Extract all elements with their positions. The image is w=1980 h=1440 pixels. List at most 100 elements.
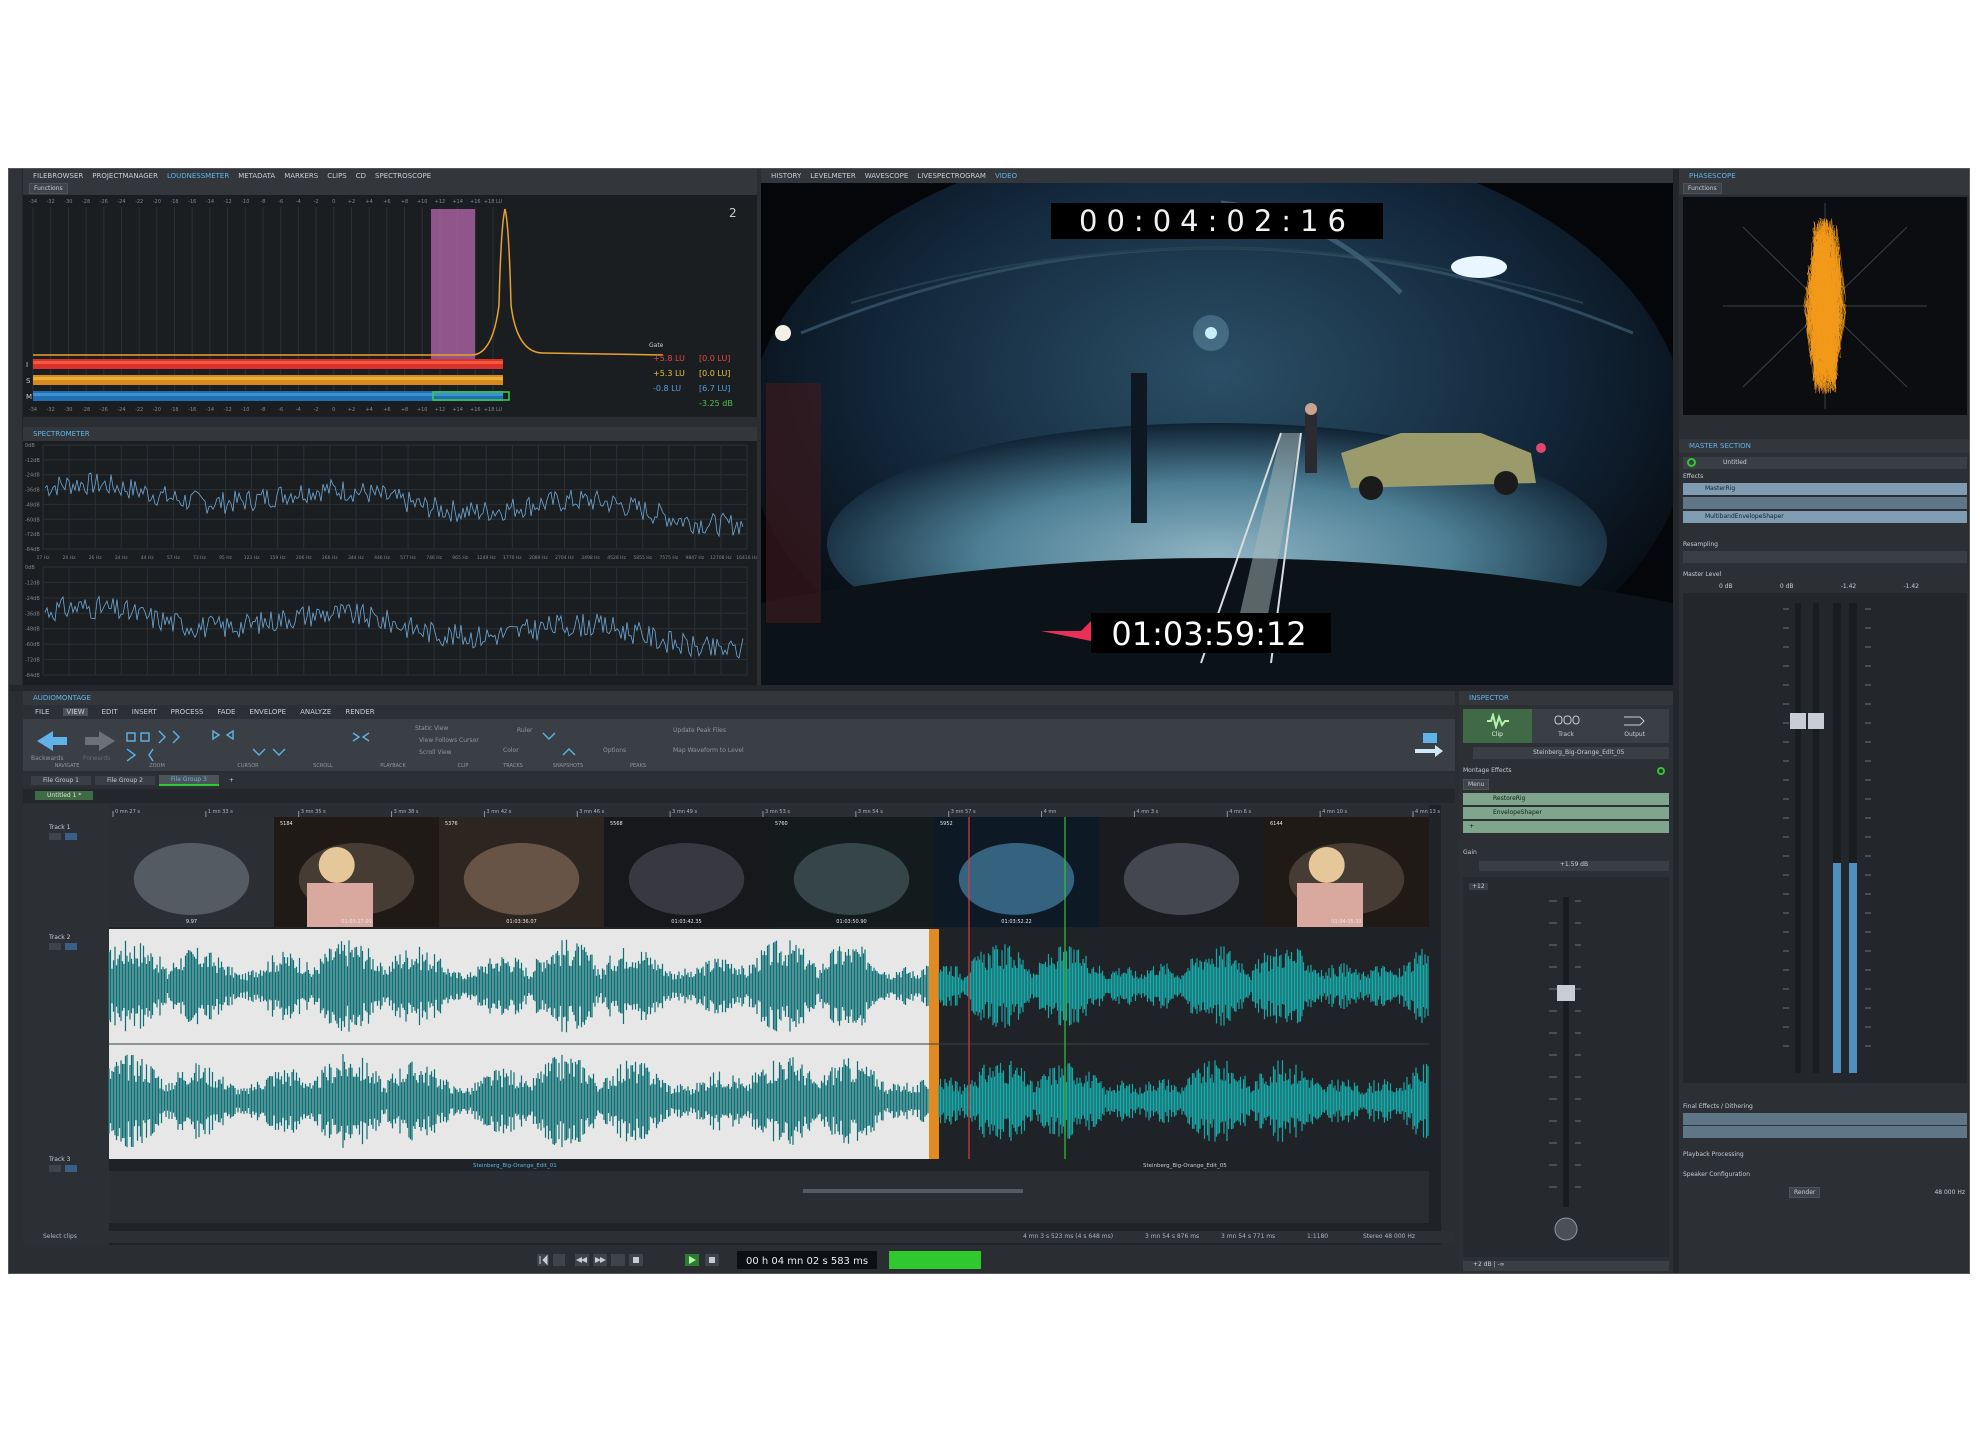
menu-analyze[interactable]: ANALYZE: [300, 708, 331, 716]
functions-button[interactable]: Functions: [29, 183, 68, 194]
phasescope-functions-button[interactable]: Functions: [1683, 183, 1722, 194]
tab-loudnessmeter[interactable]: LOUDNESSMETER: [167, 172, 229, 180]
gain-knob: [1554, 1217, 1578, 1241]
playback-view-follows-cursor[interactable]: View Follows Cursor: [419, 737, 479, 744]
inspector-header: INSPECTOR: [1459, 691, 1673, 705]
forward-arrow-icon[interactable]: [85, 731, 115, 751]
meter-level: [1833, 863, 1841, 1073]
meter-scale-label: -12: [224, 407, 232, 413]
loudness-history-curve: [33, 208, 664, 356]
color-label[interactable]: Color: [503, 747, 519, 754]
sample-rate: 48 000 Hz: [1934, 1189, 1965, 1196]
playback-level-indicator: [889, 1251, 981, 1269]
power-icon[interactable]: [1687, 458, 1696, 467]
effect-slot-3[interactable]: MultibandEnvelopeShaper: [1683, 511, 1967, 524]
menu-view[interactable]: VIEW: [63, 708, 88, 716]
tab-history[interactable]: HISTORY: [771, 172, 801, 180]
update-peak-files[interactable]: Update Peak Files: [673, 727, 726, 734]
group-cursor: CURSOR: [237, 763, 259, 769]
phasescope-header: PHASESCOPE: [1679, 169, 1969, 183]
effect-slot-2[interactable]: [1683, 497, 1967, 510]
montage-effect-slot-add[interactable]: +: [1463, 821, 1669, 834]
gain-label: Gain: [1463, 849, 1477, 856]
tab-cd[interactable]: CD: [356, 172, 366, 180]
prev-marker-button[interactable]: [553, 1254, 565, 1266]
phasescope-toolbar: Functions: [1679, 183, 1969, 195]
menu-insert[interactable]: INSERT: [132, 708, 157, 716]
resampling-bar[interactable]: [1683, 551, 1967, 563]
ruler-tick-label: 3 mn 54 s: [858, 809, 883, 815]
meter-scale-label: -8: [261, 407, 266, 413]
menu-envelope[interactable]: ENVELOPE: [249, 708, 286, 716]
master-section-title: MASTER SECTION: [1689, 442, 1751, 450]
meter-scale-label: -16: [188, 199, 196, 205]
loudness-bar-letter: M: [26, 393, 32, 401]
spectro-db-label: -12dB: [25, 458, 40, 464]
master-section-header: MASTER SECTION: [1679, 439, 1969, 453]
tab-filebrowser[interactable]: FILEBROWSER: [33, 172, 83, 180]
gain-fader[interactable]: [1463, 877, 1669, 1257]
montage-timeline: 0 mn 27 s 1 mn 33 s 3 mn 35 s 3 mn 38 s 3 mn…: [37, 805, 1440, 1245]
render-button[interactable]: Render: [1789, 1187, 1821, 1198]
tab-markers[interactable]: MARKERS: [284, 172, 318, 180]
loop-button[interactable]: [611, 1254, 625, 1266]
montage-effects-power-icon[interactable]: [1657, 767, 1665, 775]
montage-effect-slot-2[interactable]: EnvelopeShaper: [1463, 807, 1669, 820]
menu-process[interactable]: PROCESS: [171, 708, 204, 716]
tab-wavescope[interactable]: WAVESCOPE: [865, 172, 909, 180]
montage-effect-slot-1[interactable]: RestoreRig: [1463, 793, 1669, 806]
loudness-readout: +5.8 LU: [653, 354, 685, 363]
back-arrow-icon[interactable]: [37, 731, 67, 751]
playback-static-view[interactable]: Static View: [415, 725, 448, 732]
map-waveform-to-level[interactable]: Map Waveform to Level: [673, 747, 744, 754]
menu-edit[interactable]: EDIT: [102, 708, 118, 716]
options-label[interactable]: Options: [603, 747, 626, 754]
final-effects-slot-1[interactable]: [1683, 1113, 1967, 1125]
track-solo-button: [65, 1165, 77, 1172]
loudness-bar-letter: S: [26, 377, 31, 385]
tab-levelmeter[interactable]: LEVELMETER: [810, 172, 855, 180]
inspector-tab-output[interactable]: Output: [1600, 709, 1670, 743]
transport-time: 00 h 04 mn 02 s 583 ms: [746, 1256, 868, 1267]
tab-clips[interactable]: CLIPS: [327, 172, 347, 180]
tab-livespectrogram[interactable]: LIVESPECTROGRAM: [917, 172, 986, 180]
meter-scale-label: -8: [261, 199, 266, 205]
audiomontage-header: AUDIOMONTAGE: [23, 691, 1455, 705]
gain-value[interactable]: +1.59 dB: [1479, 861, 1669, 871]
montage-scrollbar[interactable]: [23, 805, 37, 1245]
meter-scale-label: -32: [47, 199, 55, 205]
document-tab[interactable]: Untitled 1 *: [35, 791, 94, 800]
meter-scale-label: +12: [435, 199, 446, 205]
tab-metadata[interactable]: METADATA: [238, 172, 275, 180]
meter-scale-label: -14: [206, 199, 214, 205]
phasescope-title: PHASESCOPE: [1689, 172, 1736, 180]
file-group-tab-3[interactable]: File Group 3: [158, 774, 219, 786]
meter-scale-label: +14: [452, 407, 463, 413]
menu-render[interactable]: RENDER: [345, 708, 374, 716]
tab-projectmanager[interactable]: PROJECTMANAGER: [92, 172, 158, 180]
meter-scale-label: -32: [47, 407, 55, 413]
group-snapshots: SNAPSHOTS: [552, 763, 584, 769]
inspector-tab-track[interactable]: Track: [1531, 709, 1601, 743]
ruler-tick-label: 3 mn 49 s: [672, 809, 697, 815]
playback-scroll-view[interactable]: Scroll View: [419, 749, 452, 756]
menu-fade[interactable]: FADE: [217, 708, 235, 716]
video-thumbnail-content: [133, 843, 250, 915]
ruler-label[interactable]: Ruler: [517, 727, 533, 734]
master-preset-name[interactable]: Untitled: [1723, 459, 1747, 466]
add-tab-icon[interactable]: +: [223, 777, 240, 784]
effect-slot-1[interactable]: MasterRig: [1683, 483, 1967, 496]
spectro-db-label: -48dB: [25, 627, 40, 633]
final-effects-slot-2[interactable]: [1683, 1126, 1967, 1138]
file-group-tab-1[interactable]: File Group 1: [31, 775, 91, 785]
track-mute-button: [49, 833, 61, 840]
meter-scale-label: +14: [452, 199, 463, 205]
file-group-tab-2[interactable]: File Group 2: [94, 775, 155, 785]
spectro-db-label: -36dB: [25, 488, 40, 494]
tab-spectroscope[interactable]: SPECTROSCOPE: [375, 172, 431, 180]
montage-effects-menu[interactable]: Menu: [1463, 779, 1490, 790]
inspector-tab-clip[interactable]: Clip: [1463, 709, 1532, 743]
level-value-2: 0 dB: [1779, 583, 1794, 590]
menu-file[interactable]: FILE: [35, 708, 49, 716]
tab-video[interactable]: VIDEO: [995, 172, 1017, 180]
